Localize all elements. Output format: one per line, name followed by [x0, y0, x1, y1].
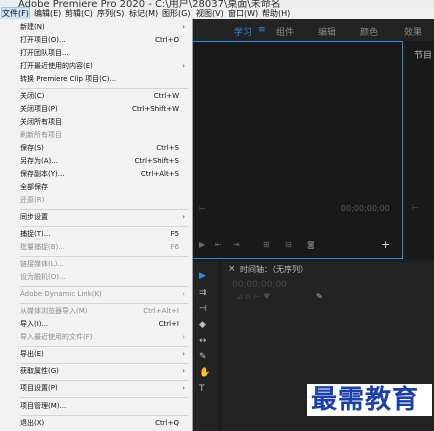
- menu-item-export[interactable]: 导出(E) ›: [0, 348, 191, 361]
- workspace-tab-learn[interactable]: 学习: [234, 25, 252, 38]
- menu-item-batch-capture[interactable]: 批量捕捉(B)... F6: [0, 241, 191, 254]
- menu-item-make-offline[interactable]: 设为脱机(O)...: [0, 271, 191, 284]
- menu-separator: [20, 397, 188, 398]
- menu-item-capture[interactable]: 捕捉(T)... F5: [0, 228, 191, 241]
- workspace-tab-effects[interactable]: 效果: [404, 25, 422, 38]
- submenu-arrow-icon: ›: [182, 23, 185, 31]
- menu-separator: [20, 346, 188, 347]
- source-timecode: 00;00;00;00: [341, 204, 390, 213]
- source-in-marker-icon: ⊢: [199, 204, 206, 213]
- workspace-tab-color[interactable]: 颜色: [360, 25, 378, 38]
- workspace-tab-assembly[interactable]: 组件: [276, 25, 294, 38]
- menu-item-import[interactable]: 导入(I)... Ctrl+I: [0, 318, 191, 331]
- menu-item-open-project[interactable]: 打开项目(O)... Ctrl+O: [0, 34, 191, 47]
- menu-item-project-settings[interactable]: 项目设置(P) ›: [0, 382, 191, 395]
- menu-item-close-all[interactable]: 关闭所有项目: [0, 116, 191, 129]
- track-select-tool-icon[interactable]: ⇉: [199, 288, 207, 298]
- overwrite-icon[interactable]: ⊟: [285, 240, 292, 249]
- menu-separator: [20, 256, 188, 257]
- menu-item-revert[interactable]: 还原(R): [0, 194, 191, 207]
- menu-item-dynamic-link[interactable]: Adobe Dynamic Link(K) ›: [0, 288, 191, 301]
- menu-file[interactable]: 文件(F): [1, 7, 30, 20]
- submenu-arrow-icon: ›: [182, 62, 185, 70]
- program-monitor-panel: 节目 ⊢: [406, 41, 434, 259]
- step-forward-icon[interactable]: ⇥: [233, 240, 240, 249]
- menu-item-save[interactable]: 保存(S) Ctrl+S: [0, 142, 191, 155]
- menu-item-save-copy[interactable]: 保存副本(Y)... Ctrl+Alt+S: [0, 168, 191, 181]
- window-title: Adobe Premiere Pro 2020 - C:\用户\28037\桌面…: [18, 0, 281, 8]
- timeline-snap-icon[interactable]: ⊿ ∩ ⊢ ♥: [236, 292, 270, 301]
- razor-tool-icon[interactable]: ◆: [199, 320, 206, 330]
- play-icon[interactable]: ▶: [199, 240, 205, 249]
- submenu-arrow-icon: ›: [182, 350, 185, 358]
- menu-separator: [20, 88, 188, 89]
- slip-tool-icon[interactable]: ↔: [199, 336, 207, 346]
- type-tool-icon[interactable]: T: [199, 384, 205, 394]
- menu-item-close-project[interactable]: 关闭项目(P) Ctrl+Shift+W: [0, 103, 191, 116]
- menu-item-convert-clip[interactable]: 转换 Premiere Clip 项目(C)...: [0, 73, 191, 86]
- menu-item-refresh-all[interactable]: 刷新所有项目: [0, 129, 191, 142]
- menu-item-open-recent[interactable]: 打开最近使用的内容(E) ›: [0, 60, 191, 73]
- menu-item-link-media[interactable]: 链接媒体(L)...: [0, 258, 191, 271]
- workspace-menu-icon[interactable]: ≡: [258, 25, 266, 35]
- menu-edit[interactable]: 编辑(E): [34, 8, 61, 19]
- tools-panel: ▶ ⇉ ⊣ ◆ ↔ ✎ ✋ T: [192, 262, 218, 431]
- submenu-arrow-icon: ›: [182, 333, 185, 341]
- insert-icon[interactable]: ⊞: [263, 240, 270, 249]
- menu-item-import-recent[interactable]: 导入最近使用的文件(F) ›: [0, 331, 191, 344]
- program-marker-icon: ⊢: [412, 203, 419, 212]
- timeline-timecode: 00;00;00;00: [232, 280, 287, 290]
- submenu-arrow-icon: ›: [182, 213, 185, 221]
- submenu-arrow-icon: ›: [182, 367, 185, 375]
- program-panel-title: 节目: [414, 51, 433, 61]
- title-bar: Adobe Premiere Pro 2020 - C:\用户\28037\桌面…: [0, 0, 434, 8]
- menu-clip[interactable]: 剪辑(C): [65, 8, 93, 19]
- menu-separator: [20, 209, 188, 210]
- menu-item-sync-settings[interactable]: 同步设置 ›: [0, 211, 191, 224]
- timeline-close-icon[interactable]: ×: [228, 264, 236, 274]
- menu-item-new[interactable]: 新建(N) ›: [0, 21, 191, 34]
- menu-item-exit[interactable]: 退出(X) Ctrl+Q: [0, 417, 191, 430]
- step-back-icon[interactable]: ⇤: [215, 240, 222, 249]
- menu-graphics[interactable]: 图形(G): [162, 8, 190, 19]
- menu-marker[interactable]: 标记(M): [129, 8, 158, 19]
- menu-item-save-as[interactable]: 另存为(A)... Ctrl+Shift+S: [0, 155, 191, 168]
- menu-sequence[interactable]: 序列(S): [97, 8, 124, 19]
- logo-text: 最需教育: [311, 385, 420, 415]
- file-menu-dropdown: 新建(N) › 打开项目(O)... Ctrl+O 打开团队项目... 打开最近使用…: [0, 19, 193, 431]
- menu-separator: [20, 363, 188, 364]
- menu-item-close[interactable]: 关闭(C) Ctrl+W: [0, 90, 191, 103]
- ripple-edit-tool-icon[interactable]: ⊣: [199, 304, 207, 314]
- menu-item-save-all[interactable]: 全部保存: [0, 181, 191, 194]
- source-monitor-panel: 00;00;00;00 ⊢ ▶ ⇤ ⇥ ⊞ ⊟ ◙ +: [192, 41, 403, 259]
- menu-item-project-manager[interactable]: 项目管理(M)...: [0, 400, 191, 413]
- timeline-settings-icon[interactable]: ✎: [316, 292, 323, 301]
- selection-tool-icon[interactable]: ▶: [199, 271, 206, 281]
- pen-tool-icon[interactable]: ✎: [199, 352, 207, 362]
- menu-view[interactable]: 视图(V): [196, 8, 224, 19]
- export-frame-icon[interactable]: ◙: [307, 240, 315, 249]
- submenu-arrow-icon: ›: [182, 384, 185, 392]
- menu-separator: [20, 303, 188, 304]
- menu-separator: [20, 226, 188, 227]
- menu-item-open-team-project[interactable]: 打开团队项目...: [0, 47, 191, 60]
- add-button-icon[interactable]: +: [381, 238, 390, 251]
- menu-item-import-from-browser[interactable]: 从媒体浏览器导入(M) Ctrl+Alt+I: [0, 305, 191, 318]
- menu-separator: [20, 380, 188, 381]
- menu-separator: [20, 286, 188, 287]
- workspace-tab-editing[interactable]: 编辑: [318, 25, 336, 38]
- timeline-title: 时间轴：（无序列）: [240, 265, 308, 274]
- menu-separator: [20, 415, 188, 416]
- menu-help[interactable]: 帮助(H): [262, 8, 290, 19]
- menu-item-get-properties[interactable]: 获取属性(G) ›: [0, 365, 191, 378]
- menu-window[interactable]: 窗口(W): [228, 8, 258, 19]
- menu-bar: 文件(F) 编辑(E) 剪辑(C) 序列(S) 标记(M) 图形(G) 视图(V…: [0, 7, 434, 20]
- watermark-logo: 最需教育: [307, 384, 432, 416]
- workspace-bar: 学习 ≡ 组件 编辑 颜色 效果: [192, 19, 434, 41]
- submenu-arrow-icon: ›: [182, 290, 185, 298]
- hand-tool-icon[interactable]: ✋: [199, 368, 210, 378]
